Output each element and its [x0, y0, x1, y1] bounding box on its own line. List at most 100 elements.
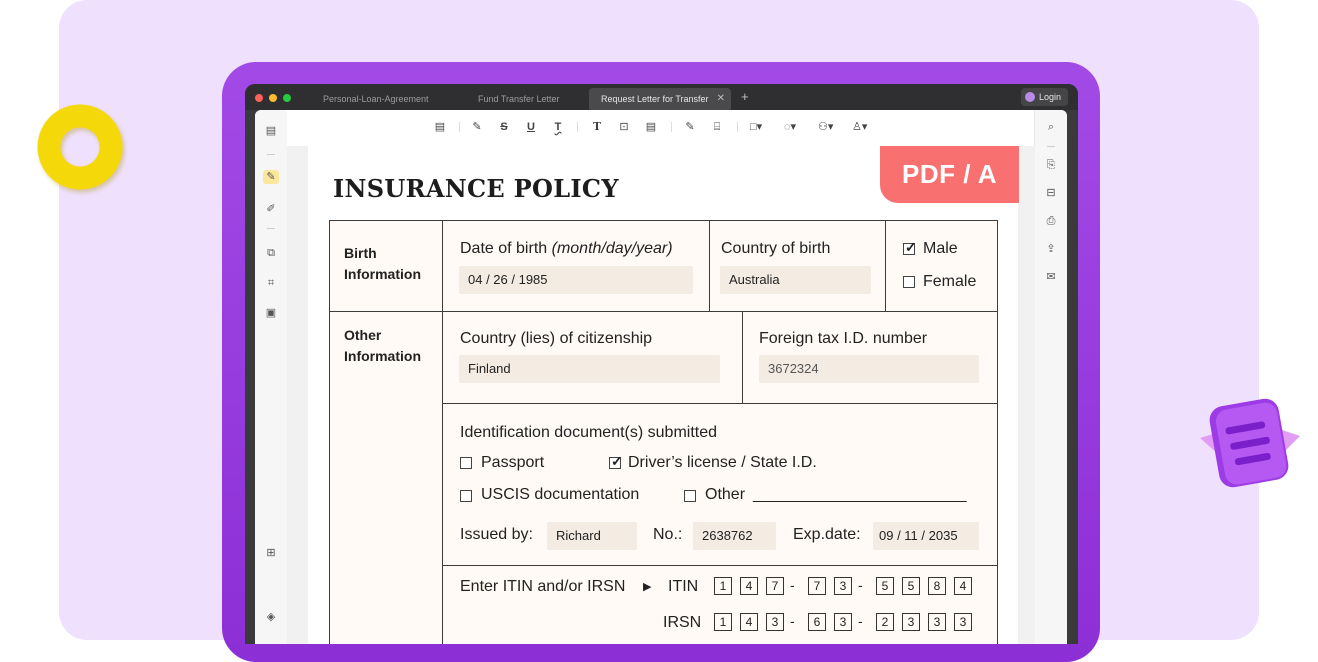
irsn-digits: 143-63-2333	[714, 613, 974, 633]
toolbar-divider	[459, 122, 460, 132]
issued-by-field[interactable]: Richard	[547, 522, 637, 550]
text-box-icon[interactable]: ⊡	[618, 120, 630, 134]
crop-icon[interactable]: ⌗	[263, 276, 279, 290]
convert-icon[interactable]: ⎘	[1043, 158, 1059, 172]
mail-icon[interactable]: ✉	[1043, 270, 1059, 284]
itin-digit-box[interactable]: 4	[740, 577, 758, 595]
pdfa-badge: PDF / A	[880, 146, 1019, 203]
pdfa-icon[interactable]: ⊟	[1043, 186, 1059, 200]
irsn-digit-box[interactable]: 4	[740, 613, 758, 631]
tax-id-cell: Foreign tax I.D. number 3672324	[742, 311, 998, 403]
expiration-date-field[interactable]: 09 / 11 / 2035	[873, 522, 979, 550]
close-window-icon[interactable]	[255, 94, 263, 102]
app-window: Personal-Loan-Agreement Fund Transfer Le…	[245, 84, 1078, 644]
dob-label-text: Date of birth	[460, 240, 548, 257]
expiration-date-label: Exp.date:	[793, 526, 861, 543]
irsn-digit-box[interactable]: 3	[954, 613, 972, 631]
maximize-window-icon[interactable]	[283, 94, 291, 102]
irsn-label: IRSN	[663, 614, 702, 631]
other-document-line[interactable]: ________________________	[753, 486, 967, 504]
tab-label: Fund Transfer Letter	[478, 94, 560, 104]
itin-digit-box[interactable]: 5	[876, 577, 894, 595]
irsn-digit-box[interactable]: 6	[808, 613, 826, 631]
tab-request-letter-for-transfer[interactable]: Request Letter for Transfer ✕	[589, 88, 731, 110]
passport-checkbox[interactable]	[460, 457, 472, 469]
uscis-checkbox[interactable]	[460, 490, 472, 502]
squiggly-icon[interactable]: T	[552, 120, 564, 134]
itin-digit-box[interactable]: 5	[902, 577, 920, 595]
pdf-editor: ▤ ● ✎ ✐ ⧉ ⌗ ▣ ⊞ ◈ ▤ ✎ S U T T ⊡ ▤ ✎ ⌸	[255, 110, 1067, 644]
login-button[interactable]: Login	[1021, 88, 1068, 106]
itin-digit-box[interactable]: 8	[928, 577, 946, 595]
other-document-checkbox[interactable]	[684, 490, 696, 502]
itin-digit-box[interactable]: 1	[714, 577, 732, 595]
highlight-icon[interactable]: ✎	[471, 120, 483, 134]
text-callout-icon[interactable]: ▤	[645, 120, 657, 134]
drivers-license-label: Driver’s license / State I.D.	[628, 454, 817, 471]
reader-mode-icon[interactable]: ▤	[263, 124, 279, 138]
id-documents-label: Identification document(s) submitted	[460, 424, 718, 441]
female-label: Female	[923, 273, 977, 290]
organize-pages-icon[interactable]: ⧉	[263, 246, 279, 260]
gift-icon[interactable]: ⊞	[263, 546, 279, 560]
drivers-license-checkbox[interactable]: ✓	[609, 453, 623, 469]
itin-digit-box[interactable]: 3	[834, 577, 852, 595]
irsn-digit-box[interactable]: 3	[766, 613, 784, 631]
login-label: Login	[1039, 92, 1062, 102]
edit-pdf-icon[interactable]: ✐	[263, 202, 279, 216]
dob-field[interactable]: 04 / 26 / 1985	[459, 266, 693, 294]
sticker-tool-icon[interactable]: ◌▾	[784, 120, 796, 134]
share-icon[interactable]: ⇪	[1043, 242, 1059, 256]
underline-icon[interactable]: U	[525, 120, 537, 134]
itin-digit-box[interactable]: 4	[954, 577, 972, 595]
other-document-label: Other	[705, 486, 746, 503]
minimize-window-icon[interactable]	[269, 94, 277, 102]
irsn-digit-box[interactable]: 3	[834, 613, 852, 631]
male-checkbox[interactable]: ✓	[903, 239, 917, 255]
citizenship-field[interactable]: Finland	[459, 355, 720, 383]
id-documents-cell: Identification document(s) submitted Pas…	[442, 403, 998, 565]
pdf-page: INSURANCE POLICY PDF / A Birth Informati…	[308, 146, 1019, 644]
shape-tool-icon[interactable]: □▾	[750, 120, 762, 134]
dob-format-hint: (month/day/year)	[551, 240, 673, 257]
search-icon[interactable]: ⌕	[1043, 120, 1059, 134]
new-tab-icon[interactable]: +	[741, 89, 749, 104]
document-number-field[interactable]: 2638762	[693, 522, 776, 550]
irsn-separator: -	[858, 613, 863, 629]
itin-digit-box[interactable]: 7	[808, 577, 826, 595]
irsn-digit-box[interactable]: 3	[902, 613, 920, 631]
left-sidebar: ▤ ● ✎ ✐ ⧉ ⌗ ▣ ⊞ ◈	[255, 110, 288, 644]
irsn-digit-box[interactable]: 2	[876, 613, 894, 631]
stamp-tool-icon[interactable]: ⚇▾	[818, 120, 833, 134]
country-of-birth-field[interactable]: Australia	[720, 266, 871, 294]
irsn-digit-box[interactable]: 3	[928, 613, 946, 631]
comment-icon[interactable]: ▤	[434, 120, 446, 134]
dob-label: Date of birth (month/day/year)	[460, 240, 673, 258]
gender-cell: ✓ Male Female	[885, 221, 998, 311]
layers-icon[interactable]: ◈	[263, 610, 279, 624]
tab-personal-loan-agreement[interactable]: Personal-Loan-Agreement	[311, 88, 441, 110]
female-checkbox[interactable]	[903, 276, 915, 288]
pencil-icon[interactable]: ✎	[684, 120, 696, 134]
citizenship-cell: Country (lies) of citizenship Finland	[442, 311, 742, 403]
itin-digit-box[interactable]: 7	[766, 577, 784, 595]
itin-cell: Enter ITIN and/or IRSN ▶ ITIN 147-73-558…	[442, 565, 998, 644]
decorative-note-sticker-icon	[1200, 398, 1300, 488]
birth-section-label: Birth Information	[344, 245, 421, 282]
dob-cell: Date of birth (month/day/year) 04 / 26 /…	[442, 221, 709, 311]
protect-icon[interactable]: ⎙	[1043, 214, 1059, 228]
page-tools-icon[interactable]: ▣	[263, 306, 279, 320]
irsn-digit-box[interactable]: 1	[714, 613, 732, 631]
close-tab-icon[interactable]: ✕	[717, 88, 725, 110]
comment-highlight-icon[interactable]: ✎	[263, 170, 279, 184]
signature-tool-icon[interactable]: ♙▾	[852, 120, 867, 134]
eraser-icon[interactable]: ⌸	[711, 120, 723, 134]
text-comment-icon[interactable]: T	[591, 120, 603, 134]
strikethrough-icon[interactable]: S	[498, 120, 510, 134]
tax-id-label: Foreign tax I.D. number	[759, 330, 928, 347]
tab-label: Personal-Loan-Agreement	[323, 94, 429, 104]
tab-fund-transfer-letter[interactable]: Fund Transfer Letter	[466, 88, 586, 110]
tax-id-field[interactable]: 3672324	[759, 355, 979, 383]
sidebar-divider	[267, 154, 275, 155]
passport-label: Passport	[481, 454, 545, 471]
